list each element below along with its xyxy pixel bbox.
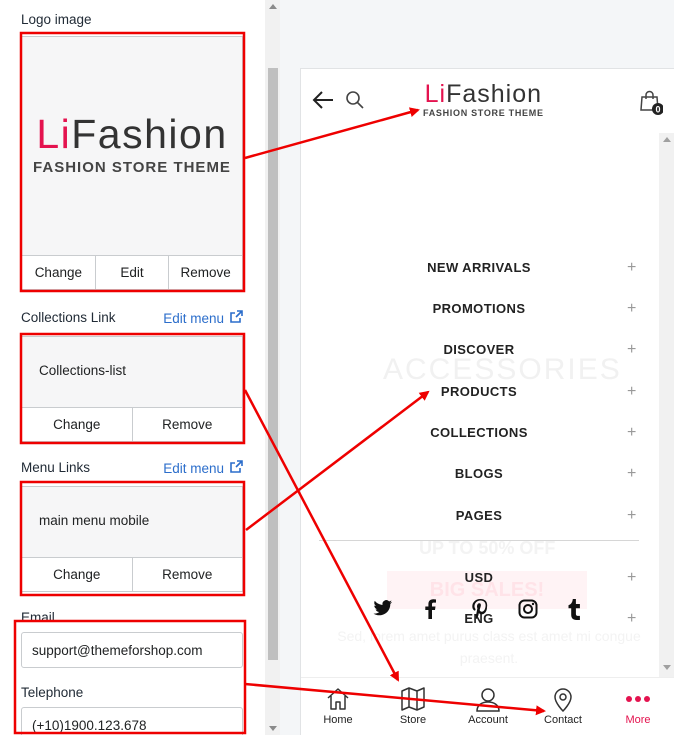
menu-item-blogs[interactable]: BLOGS + [301,466,659,486]
collections-link-label: Collections Link [21,310,116,325]
menu-item-collections[interactable]: COLLECTIONS + [301,425,659,445]
nav-contact-label: Contact [544,714,582,726]
search-icon[interactable] [345,90,365,113]
ghost-body-text: Sed, lorem amet purus class est amet mi … [337,628,641,666]
menu-item-products[interactable]: PRODUCTS + [301,384,659,404]
menu-item-discover[interactable]: DISCOVER + [301,342,659,362]
scroll-down-arrow-icon[interactable] [663,665,671,670]
menu-links-edit-menu-link[interactable]: Edit menu [163,460,243,476]
collections-link-value: Collections-list [39,363,127,378]
mobile-menu-drawer: ACCESSORIES UP TO 50% OFF BIG SALES! Sed… [301,133,659,673]
menu-item-promotions[interactable]: PROMOTIONS + [301,301,659,321]
ghost-promo-text: UP TO 50% OFF [419,538,556,558]
email-field[interactable]: support@themeforshop.com [21,632,243,668]
nav-home-label: Home [323,714,353,726]
settings-scrollbar-thumb[interactable] [268,68,278,660]
scroll-up-arrow-icon[interactable] [663,137,671,142]
scroll-up-arrow-icon[interactable] [269,4,277,9]
cart-count: 0 [655,105,660,115]
more-dots-icon [626,696,650,702]
location-pin-icon [554,688,572,712]
user-icon [476,688,500,712]
logo-image-label: Logo image [21,12,92,27]
plus-icon[interactable]: + [627,342,636,358]
cart-icon[interactable]: 0 [639,89,664,118]
header-logo-tagline: FASHION STORE THEME [423,108,544,118]
plus-icon[interactable]: + [627,260,636,276]
plus-icon[interactable]: + [627,508,636,524]
bottom-nav: Home Store Account Contact More [301,677,674,735]
logo-prefix: Li [36,111,72,157]
menu-item-currency[interactable]: USD + [301,570,659,590]
plus-icon[interactable]: + [627,466,636,482]
instagram-icon[interactable] [518,599,538,622]
logo-edit-button[interactable]: Edit [94,256,169,289]
telephone-field[interactable]: (+10)1900.123.678 [21,707,243,735]
plus-icon[interactable]: + [627,301,636,317]
mobile-header: LiFashion FASHION STORE THEME 0 [301,69,674,133]
menu-divider [319,540,639,541]
menu-item-label: PRODUCTS [440,384,518,399]
collections-change-button[interactable]: Change [22,408,132,441]
scroll-down-arrow-icon[interactable] [269,726,277,731]
plus-icon[interactable]: + [627,611,636,627]
nav-more-label: More [625,714,651,726]
logo-image-card: LiFashion FASHION STORE THEME Change Edi… [21,36,243,290]
header-logo-prefix: Li [424,80,447,108]
tumblr-icon[interactable] [567,599,581,623]
collections-edit-menu-link[interactable]: Edit menu [163,310,243,326]
menu-item-pages[interactable]: PAGES + [301,508,659,528]
plus-icon[interactable]: + [627,570,636,586]
collections-remove-button[interactable]: Remove [131,408,243,441]
external-link-icon [230,460,243,476]
menu-links-change-button[interactable]: Change [22,558,132,591]
email-label: Email [21,610,55,625]
plus-icon[interactable]: + [627,425,636,441]
pinterest-icon[interactable] [471,599,489,622]
logo-suffix: Fashion [71,111,228,157]
logo-remove-button[interactable]: Remove [168,256,242,289]
menu-item-label: PROMOTIONS [432,301,526,316]
menu-item-new-arrivals[interactable]: NEW ARRIVALS + [301,260,659,280]
twitter-icon[interactable] [373,599,393,620]
menu-item-label: DISCOVER [443,342,515,357]
menu-item-label: BLOGS [454,466,504,481]
collections-link-card: Collections-list Change Remove [21,336,243,442]
menu-item-label: NEW ARRIVALS [427,260,531,275]
mobile-preview: LiFashion FASHION STORE THEME 0 ACCESSOR… [300,68,674,735]
currency-label: USD [464,570,494,585]
nav-account-label: Account [468,714,508,726]
external-link-icon [230,310,243,326]
back-arrow-icon[interactable] [311,89,335,114]
settings-panel: Logo image LiFashion FASHION STORE THEME… [0,0,265,735]
menu-item-label: COLLECTIONS [430,425,528,440]
header-logo[interactable]: LiFashion FASHION STORE THEME [423,81,544,118]
menu-item-label: PAGES [455,508,503,523]
map-icon [401,687,425,711]
logo-image-preview: LiFashion FASHION STORE THEME [22,37,242,255]
header-logo-suffix: Fashion [446,80,543,108]
menu-links-label: Menu Links [21,460,91,475]
plus-icon[interactable]: + [627,384,636,400]
collections-edit-menu-text: Edit menu [163,310,224,326]
home-icon [327,688,349,710]
logo-change-button[interactable]: Change [22,256,95,289]
menu-links-card: main menu mobile Change Remove [21,486,243,592]
menu-links-remove-button[interactable]: Remove [131,558,243,591]
facebook-icon[interactable] [424,599,436,622]
drawer-scrollbar[interactable] [659,133,674,677]
menu-links-edit-menu-text: Edit menu [163,460,224,476]
menu-links-value: main menu mobile [39,513,150,528]
telephone-label: Telephone [21,685,84,700]
nav-store-label: Store [399,714,427,726]
logo-tagline: FASHION STORE THEME [33,159,231,176]
